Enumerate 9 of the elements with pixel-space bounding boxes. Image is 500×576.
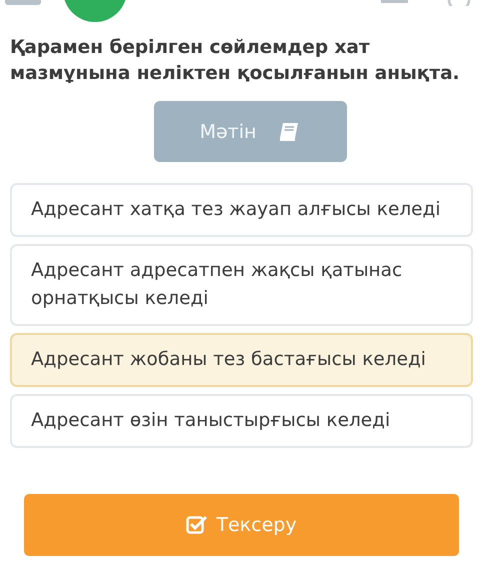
book-icon (278, 122, 300, 142)
menu-icon[interactable] (5, 0, 41, 5)
answer-option[interactable]: Адресант өзін таныстырғысы келеді (10, 394, 473, 448)
toolbar-icon[interactable] (381, 0, 408, 3)
checkbox-icon (186, 515, 208, 535)
question-text: Қарамен берілген сөйлемдер хат мазмұнына неліктен қосылғанын анықта. (10, 36, 461, 86)
answer-option[interactable]: Адресант хатқа тез жауап алғысы келеді (10, 183, 473, 237)
answer-option[interactable]: Адресант адресатпен жақсы қатынас орнатқысы келеді (10, 244, 473, 326)
answer-option[interactable]: Адресант жобаны тез бастағысы келеді (10, 333, 473, 387)
